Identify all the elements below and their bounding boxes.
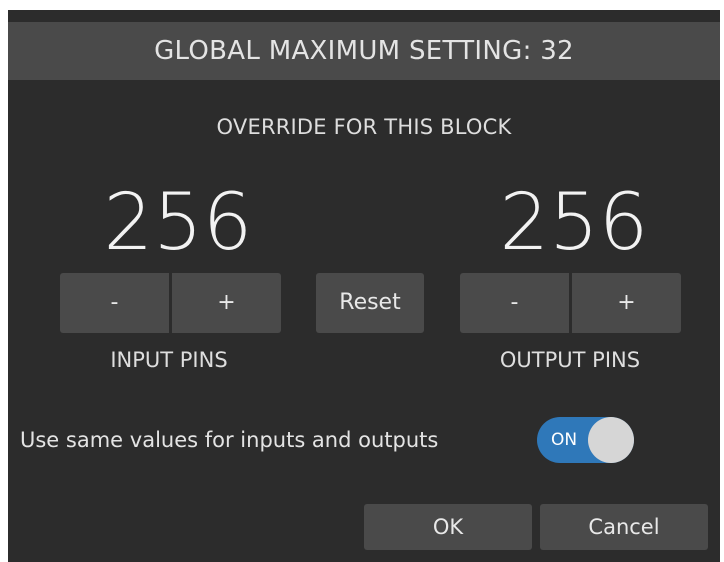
input-pins-value: 256	[103, 178, 253, 268]
cancel-button[interactable]: Cancel	[540, 504, 708, 550]
ok-button[interactable]: OK	[364, 504, 532, 550]
same-values-label: Use same values for inputs and outputs	[20, 428, 439, 452]
output-pins-label: OUTPUT PINS	[499, 348, 641, 372]
pin-settings-dialog: GLOBAL MAXIMUM SETTING: 32 OVERRIDE FOR …	[8, 10, 720, 562]
output-pins-increment-button[interactable]: +	[572, 273, 681, 333]
input-pins-increment-button[interactable]: +	[172, 273, 281, 333]
override-label: OVERRIDE FOR THIS BLOCK	[216, 115, 512, 139]
input-pins-label: INPUT PINS	[110, 348, 228, 372]
output-pins-decrement-button[interactable]: -	[460, 273, 569, 333]
reset-button[interactable]: Reset	[316, 273, 424, 333]
dialog-header: GLOBAL MAXIMUM SETTING: 32	[8, 22, 720, 80]
toggle-state-label: ON	[551, 430, 578, 450]
input-pins-decrement-button[interactable]: -	[60, 273, 169, 333]
toggle-knob[interactable]	[588, 417, 634, 463]
output-pins-value: 256	[499, 178, 649, 268]
same-values-toggle[interactable]: ON	[537, 417, 634, 463]
